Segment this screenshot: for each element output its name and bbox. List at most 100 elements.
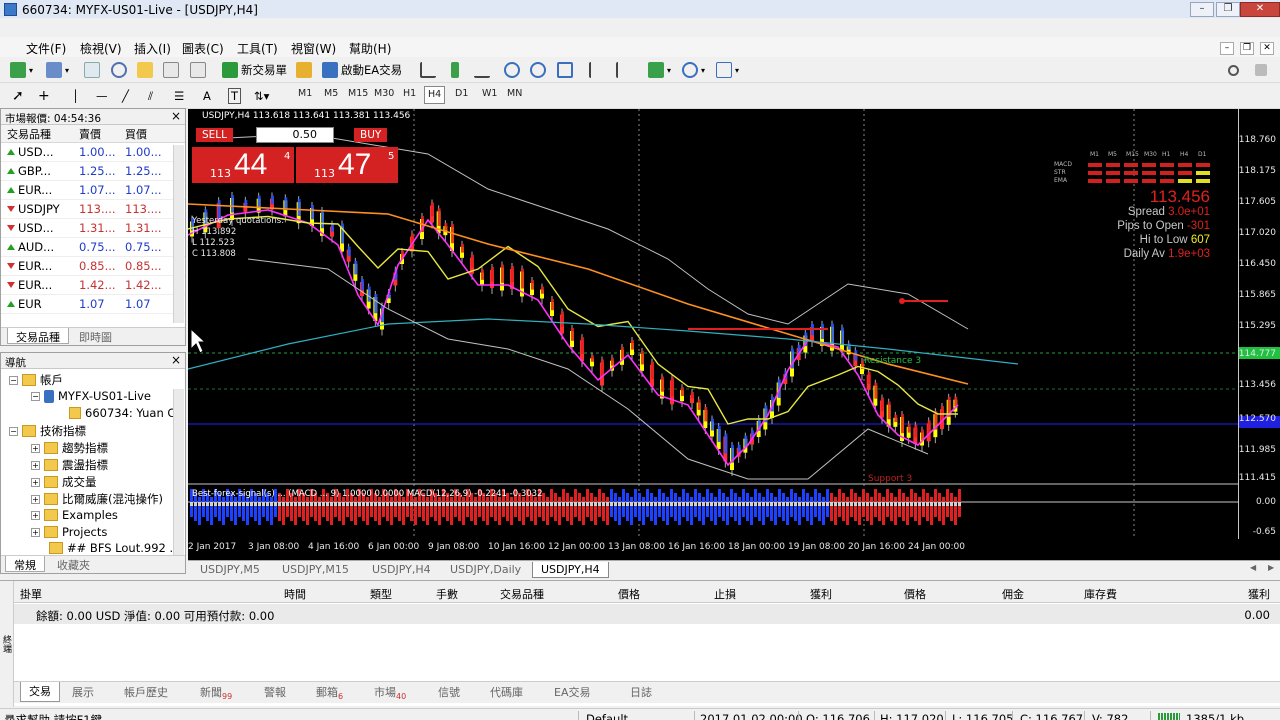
price-scale[interactable]: 118.760 118.175 117.605 117.020 116.450 115.8…	[1238, 109, 1280, 539]
terminal-button[interactable]	[163, 61, 179, 79]
terminal-tab[interactable]: 新聞99	[200, 684, 232, 701]
tab-symbols[interactable]: 交易品種	[7, 328, 69, 344]
mdi-restore-icon[interactable]: ❐	[1240, 42, 1254, 55]
list-item[interactable]: EUR... 1.42... 1.42...	[1, 276, 185, 295]
zoom-in-button[interactable]	[504, 61, 520, 79]
menu-view[interactable]: 檢視(V)	[80, 40, 122, 57]
buy-price[interactable]: 113 47 5	[296, 147, 398, 183]
col-type[interactable]: 類型	[370, 586, 392, 602]
buy-button[interactable]: BUY	[354, 128, 388, 142]
new-chart-button[interactable]: ▾	[10, 61, 33, 79]
candle-chart-button[interactable]	[447, 61, 459, 79]
col-order[interactable]: 掛單	[20, 586, 42, 602]
expand-icon[interactable]: +	[31, 494, 40, 504]
menu-file[interactable]: 文件(F)	[26, 40, 66, 57]
tester-button[interactable]	[190, 61, 206, 79]
mdi-close-icon[interactable]: ✕	[1260, 42, 1274, 55]
col-bid[interactable]: 賣價	[73, 126, 119, 142]
search-button[interactable]	[1228, 61, 1239, 79]
templates-button[interactable]: ▾	[716, 61, 739, 79]
expand-icon[interactable]: +	[31, 477, 40, 487]
col-price[interactable]: 價格	[618, 586, 640, 602]
tf-d1[interactable]: D1	[455, 88, 468, 99]
chart-tab-h4-1[interactable]: USDJPY,H4	[364, 562, 439, 577]
balance-row[interactable]: 餘額: 0.00 USD 淨值: 0.00 可用預付款: 0.00 0.00	[14, 604, 1280, 624]
sell-price[interactable]: 113 44 4	[192, 147, 294, 183]
text-tool[interactable]: A	[203, 87, 211, 105]
status-profile[interactable]: Default	[586, 712, 628, 720]
menu-insert[interactable]: 插入(I)	[134, 40, 171, 57]
nav-account[interactable]: 660734: Yuan C	[69, 406, 175, 420]
chart-tab-m15[interactable]: USDJPY,M15	[274, 562, 357, 577]
navigator-scrollbar[interactable]	[173, 389, 184, 555]
nav-volumes[interactable]: + 成交量	[31, 474, 97, 490]
tf-h4[interactable]: H4	[424, 86, 446, 104]
tab-tick-chart[interactable]: 即時圖	[71, 328, 120, 344]
nav-projects[interactable]: + Projects	[31, 525, 107, 539]
crosshair-tool[interactable]: +	[38, 87, 50, 105]
list-item[interactable]: EUR 1.07 1.07	[1, 295, 185, 314]
collapse-icon[interactable]: −	[9, 426, 18, 436]
nav-indicators[interactable]: − 技術指標	[9, 423, 86, 439]
market-watch-button[interactable]	[84, 61, 100, 79]
list-item[interactable]: USD... 1.31... 1.31...	[1, 219, 185, 238]
tf-mn[interactable]: MN	[507, 88, 522, 99]
expand-icon[interactable]: +	[31, 460, 40, 470]
close-icon[interactable]: ×	[171, 109, 181, 123]
chart-tab-daily[interactable]: USDJPY,Daily	[442, 562, 529, 577]
list-item[interactable]: USD... 1.00... 1.00...	[1, 143, 185, 162]
terminal-tab[interactable]: 帳戶歷史	[124, 684, 168, 700]
indicators-button[interactable]: ▾	[648, 61, 671, 79]
label-tool[interactable]: T	[228, 87, 242, 105]
market-watch-scrollbar[interactable]	[173, 145, 184, 323]
tf-m15[interactable]: M15	[348, 88, 368, 99]
tf-h1[interactable]: H1	[403, 88, 416, 99]
chart-shift-button[interactable]	[616, 61, 632, 79]
terminal-tab[interactable]: 代碼庫	[490, 684, 523, 700]
terminal-tab[interactable]: 交易	[20, 682, 60, 702]
maximize-button[interactable]: ❐	[1216, 2, 1240, 17]
terminal-tab[interactable]: 信號	[438, 684, 460, 700]
channel-tool[interactable]: ⫽	[148, 87, 153, 105]
chart-tab-m5[interactable]: USDJPY,M5	[192, 562, 268, 577]
collapse-icon[interactable]: −	[9, 375, 18, 385]
menu-help[interactable]: 幫助(H)	[349, 40, 391, 57]
col-ask[interactable]: 買價	[119, 126, 169, 142]
vertical-line-tool[interactable]: │	[72, 87, 79, 105]
new-order-button[interactable]: 新交易單	[222, 61, 287, 79]
data-window-button[interactable]	[111, 61, 127, 79]
trendline-tool[interactable]: ╱	[122, 87, 129, 105]
list-item[interactable]: EUR... 1.07... 1.07...	[1, 181, 185, 200]
terminal-tab[interactable]: 警報	[264, 684, 286, 700]
col-swap[interactable]: 庫存費	[1084, 586, 1117, 602]
tab-scroll-right-icon[interactable]: ▶	[1260, 562, 1280, 573]
auto-trading-button[interactable]: 啟動EA交易	[322, 61, 402, 79]
autoscroll-button[interactable]	[589, 61, 605, 79]
expand-icon[interactable]: +	[31, 510, 40, 520]
line-chart-button[interactable]	[474, 61, 490, 79]
nav-server[interactable]: − MYFX-US01-Live	[31, 389, 151, 403]
sell-button[interactable]: SELL	[196, 128, 233, 142]
chart-window[interactable]: Resistance 3 Support 3 USDJPY,H4 113.618 …	[188, 109, 1280, 560]
chart-tab-h4-active[interactable]: USDJPY,H4	[532, 562, 609, 578]
col-size[interactable]: 手數	[436, 586, 458, 602]
close-icon[interactable]: ×	[171, 353, 181, 367]
fibo-tool[interactable]: ☰	[174, 87, 184, 105]
tile-windows-button[interactable]	[557, 61, 573, 79]
terminal-tab[interactable]: 展示	[72, 684, 94, 700]
col-sl[interactable]: 止損	[714, 586, 736, 602]
connection-bars-icon[interactable]	[1158, 713, 1180, 720]
col-time[interactable]: 時間	[284, 586, 306, 602]
tf-m5[interactable]: M5	[324, 88, 338, 99]
list-item[interactable]: USDJPY 113.... 113....	[1, 200, 185, 219]
list-item[interactable]: EUR... 0.85... 0.85...	[1, 257, 185, 276]
horizontal-line-tool[interactable]: —	[96, 87, 108, 105]
profiles-button[interactable]: ▾	[46, 61, 69, 79]
tf-w1[interactable]: W1	[482, 88, 497, 99]
col-commission[interactable]: 佣金	[1002, 586, 1024, 602]
nav-accounts[interactable]: − 帳戶	[9, 372, 63, 388]
list-item[interactable]: AUD... 0.75... 0.75...	[1, 238, 185, 257]
expand-icon[interactable]: +	[31, 527, 40, 537]
zoom-out-button[interactable]	[530, 61, 546, 79]
menu-tools[interactable]: 工具(T)	[237, 40, 278, 57]
